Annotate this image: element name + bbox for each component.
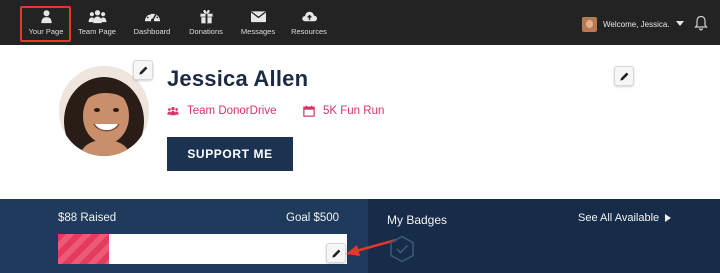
- nav-label: Team Page: [78, 27, 116, 36]
- progress-bar: [58, 234, 347, 264]
- team-icon: [167, 106, 179, 116]
- nav-label: Donations: [189, 27, 223, 36]
- user-avatar-thumbnail: [582, 16, 597, 32]
- nav-item-dashboard[interactable]: Dashboard: [129, 9, 175, 41]
- bell-icon[interactable]: [694, 15, 708, 31]
- calendar-icon: [303, 105, 315, 117]
- team-name: Team DonorDrive: [187, 105, 277, 117]
- page-title: Jessica Allen: [167, 66, 309, 91]
- amount-raised: $88 Raised: [58, 212, 117, 224]
- pencil-icon: [138, 66, 147, 75]
- user-icon: [40, 10, 52, 24]
- caret-right-icon: [665, 214, 672, 222]
- nav-label: Resources: [291, 27, 327, 36]
- badges-panel: [368, 199, 720, 273]
- nav-label: Your Page: [28, 27, 64, 36]
- user-menu[interactable]: Welcome, Jessica.: [582, 15, 684, 33]
- support-me-button[interactable]: SUPPORT ME: [167, 137, 293, 171]
- edit-profile-button[interactable]: [614, 66, 634, 86]
- nav-item-donations[interactable]: Donations: [184, 9, 228, 41]
- pencil-icon: [619, 72, 628, 81]
- team-link[interactable]: Team DonorDrive: [167, 104, 276, 118]
- fundraising-goal: Goal $500: [286, 212, 340, 224]
- edit-goal-button[interactable]: [326, 243, 346, 263]
- see-all-badges-link[interactable]: See All Available: [578, 212, 672, 224]
- nav-item-your-page[interactable]: Your Page: [24, 9, 68, 41]
- see-all-label: See All Available: [578, 212, 660, 224]
- envelope-icon: [250, 11, 266, 23]
- event-link[interactable]: 5K Fun Run: [303, 104, 384, 118]
- team-icon: [88, 10, 106, 24]
- pencil-icon: [331, 249, 340, 258]
- nav-item-messages[interactable]: Messages: [236, 9, 280, 41]
- nav-label: Dashboard: [133, 27, 171, 36]
- badges-heading: My Badges: [387, 213, 448, 227]
- progress-fill: [58, 234, 109, 264]
- welcome-text: Welcome, Jessica.: [603, 19, 670, 29]
- nav-item-resources[interactable]: Resources: [287, 9, 331, 41]
- dashboard-icon: [144, 12, 160, 22]
- badge-placeholder-icon: [390, 235, 414, 263]
- gift-icon: [199, 9, 213, 24]
- event-name: 5K Fun Run: [323, 105, 385, 117]
- edit-photo-button[interactable]: [133, 60, 153, 80]
- top-nav: Your Page Team Page Dashboard Donations …: [0, 0, 720, 45]
- nav-label: Messages: [240, 27, 276, 36]
- caret-down-icon: [675, 21, 684, 26]
- cloud-icon: [301, 11, 317, 22]
- nav-item-team-page[interactable]: Team Page: [74, 9, 120, 41]
